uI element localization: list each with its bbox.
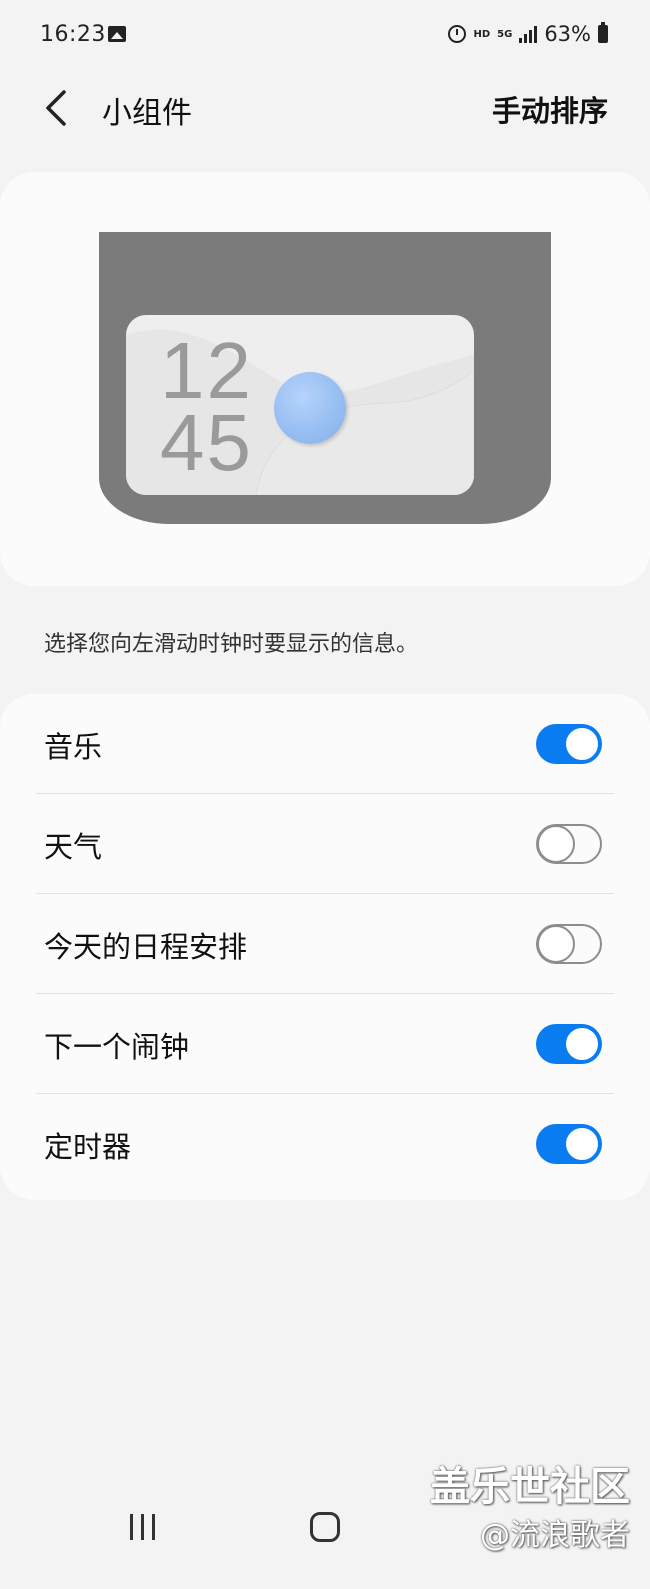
status-indicators: HD 5G 63%: [448, 22, 608, 46]
list-item-schedule[interactable]: 今天的日程安排: [0, 894, 650, 994]
battery-percent: 63%: [544, 22, 591, 46]
hd-indicator: HD: [473, 28, 491, 40]
toggle-knob: [564, 1126, 600, 1162]
alarm-icon: [448, 25, 467, 43]
clock-widget-preview: 12 45: [126, 315, 474, 495]
list-item-weather[interactable]: 天气: [0, 794, 650, 894]
description-text: 选择您向左滑动时钟时要显示的信息。: [44, 632, 419, 657]
widget-preview-card: 12 45: [0, 172, 650, 586]
preview-minute: 45: [160, 398, 253, 487]
list-item-label: 音乐: [44, 730, 103, 764]
image-icon: [108, 26, 126, 42]
watermark-author: @流浪歌者: [480, 1518, 630, 1553]
list-item-label: 今天的日程安排: [44, 930, 248, 964]
status-time: 16:23: [40, 22, 106, 47]
list-item-label: 下一个闹钟: [44, 1030, 190, 1064]
lock-screen-preview: 12 45: [99, 232, 551, 524]
list-item-timer[interactable]: 定时器: [0, 1094, 650, 1194]
home-button[interactable]: [310, 1512, 340, 1542]
chevron-left-icon: [46, 90, 66, 126]
list-item-label: 天气: [44, 830, 103, 864]
preview-hour: 12: [160, 326, 253, 415]
toggle-knob: [537, 925, 575, 963]
network-generation: 5G: [497, 28, 513, 40]
list-item-label: 定时器: [44, 1130, 132, 1164]
toggle-knob: [564, 1026, 600, 1062]
schedule-toggle[interactable]: [536, 924, 602, 964]
widget-settings-list: 音乐 天气 今天的日程安排 下一个闹钟 定时器: [0, 694, 650, 1200]
swipe-indicator-dot: [274, 372, 346, 444]
manual-sort-button[interactable]: 手动排序: [492, 88, 608, 130]
app-header: 小组件 手动排序: [0, 72, 650, 144]
toggle-knob: [564, 726, 600, 762]
page-title: 小组件: [102, 96, 192, 131]
recents-icon: [130, 1514, 133, 1540]
list-item-music[interactable]: 音乐: [0, 694, 650, 794]
timer-toggle[interactable]: [536, 1124, 602, 1164]
status-bar: 16:23 HD 5G 63%: [0, 0, 650, 72]
list-item-next-alarm[interactable]: 下一个闹钟: [0, 994, 650, 1094]
next-alarm-toggle[interactable]: [536, 1024, 602, 1064]
toggle-knob: [537, 825, 575, 863]
weather-toggle[interactable]: [536, 824, 602, 864]
back-button[interactable]: [38, 86, 78, 130]
watermark-community: 盖乐世社区: [430, 1464, 630, 1510]
signal-icon: [519, 25, 538, 43]
music-toggle[interactable]: [536, 724, 602, 764]
recents-button[interactable]: [130, 1514, 155, 1540]
battery-icon: [598, 22, 608, 43]
